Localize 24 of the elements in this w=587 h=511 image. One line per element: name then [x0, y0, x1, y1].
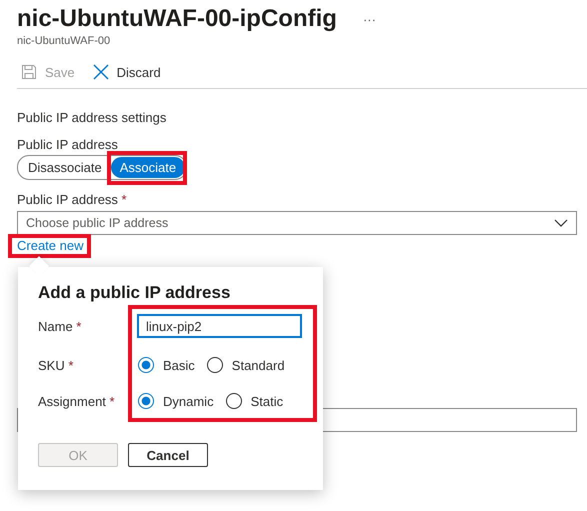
field-label: Public IP address: [17, 137, 119, 152]
name-input[interactable]: linux-pip2: [138, 315, 301, 337]
toggle-option[interactable]: Associate: [110, 157, 186, 178]
field-label: SKU *: [38, 358, 74, 372]
more-button[interactable]: ···: [362, 12, 376, 26]
radio-option[interactable]: Standard: [206, 357, 285, 373]
field-label: Name *: [38, 318, 82, 334]
page-subtitle: nic-UbuntuWAF-00: [17, 35, 112, 47]
radio-option[interactable]: Dynamic: [138, 393, 214, 409]
section-title: Public IP address settings: [17, 110, 168, 125]
chevron-down-icon: [554, 219, 568, 227]
radio-option[interactable]: Basic: [138, 357, 195, 373]
dropdown[interactable]: Choose public IP address: [17, 211, 577, 235]
close-icon: [92, 64, 109, 80]
field-label: Public IP address *: [17, 192, 128, 207]
create-new-link[interactable]: Create new: [17, 238, 84, 253]
page-title: nic-UbuntuWAF-00-ipConfig: [17, 4, 337, 34]
radio-option[interactable]: Static: [226, 393, 284, 409]
cancel-button[interactable]: Cancel: [128, 443, 208, 467]
toggle-option[interactable]: Disassociate: [19, 157, 111, 178]
dialog-title: Add a public IP address: [38, 283, 232, 303]
discard-button[interactable]: Discard: [88, 62, 165, 82]
save-icon: [21, 64, 37, 80]
field-label: Assignment *: [38, 394, 116, 408]
